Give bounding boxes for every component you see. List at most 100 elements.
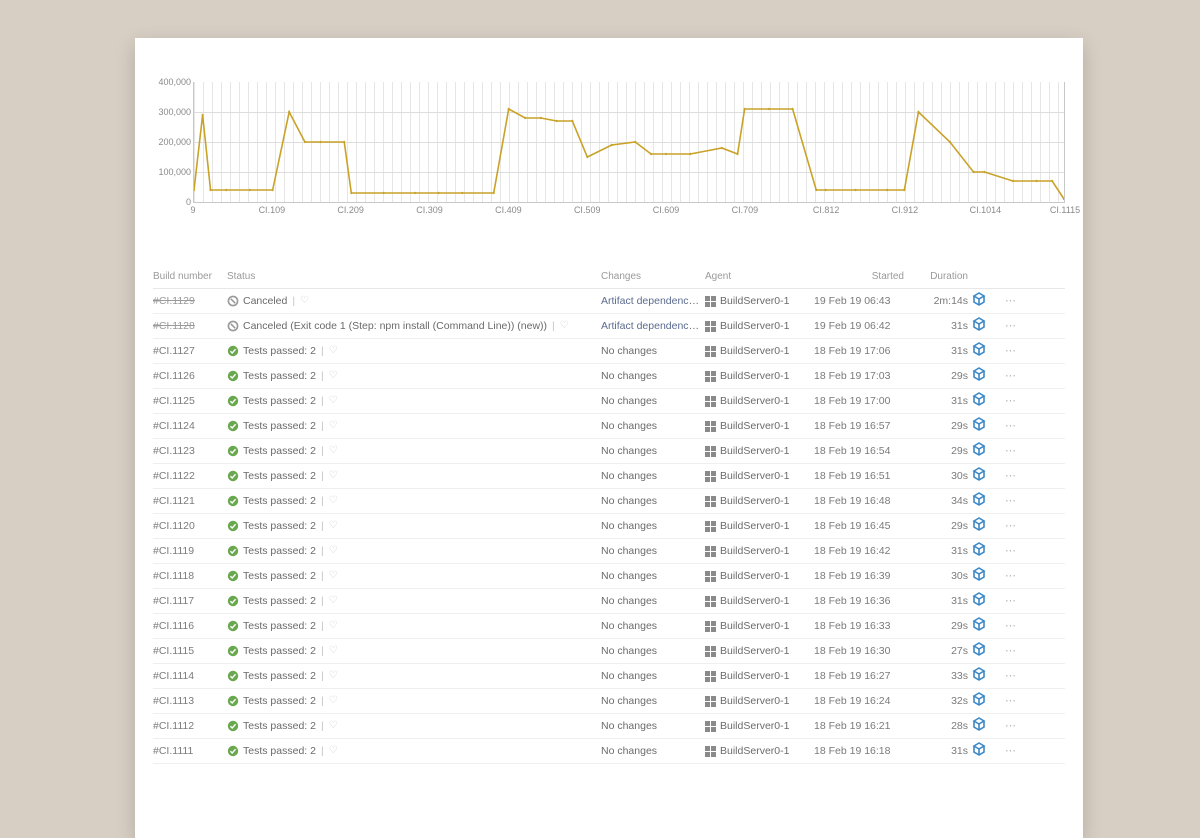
table-row[interactable]: #CI.1119Tests passed: 2|♡No changesBuild… bbox=[153, 539, 1065, 564]
status-cell[interactable]: Canceled|♡ bbox=[227, 294, 597, 308]
artifacts-button[interactable] bbox=[972, 567, 997, 585]
favorite-icon[interactable]: ♡ bbox=[329, 644, 338, 658]
agent-cell[interactable]: BuildServer0-1 bbox=[705, 744, 810, 758]
more-actions-button[interactable]: ⋯ bbox=[1001, 694, 1021, 708]
more-actions-button[interactable]: ⋯ bbox=[1001, 594, 1021, 608]
status-cell[interactable]: Tests passed: 2|♡ bbox=[227, 394, 597, 408]
artifacts-icon[interactable] bbox=[972, 297, 986, 309]
table-row[interactable]: #CI.1115Tests passed: 2|♡No changesBuild… bbox=[153, 639, 1065, 664]
favorite-icon[interactable]: ♡ bbox=[329, 719, 338, 733]
table-row[interactable]: #CI.1122Tests passed: 2|♡No changesBuild… bbox=[153, 464, 1065, 489]
agent-cell[interactable]: BuildServer0-1 bbox=[705, 594, 810, 608]
changes-cell[interactable]: No changes bbox=[601, 394, 701, 408]
agent-cell[interactable]: BuildServer0-1 bbox=[705, 369, 810, 383]
build-number[interactable]: #CI.1127 bbox=[153, 344, 223, 358]
table-row[interactable]: #CI.1127Tests passed: 2|♡No changesBuild… bbox=[153, 339, 1065, 364]
favorite-icon[interactable]: ♡ bbox=[329, 369, 338, 383]
artifacts-icon[interactable] bbox=[972, 372, 986, 384]
build-number[interactable]: #CI.1129 bbox=[153, 294, 223, 308]
changes-cell[interactable]: No changes bbox=[601, 344, 701, 358]
status-cell[interactable]: Tests passed: 2|♡ bbox=[227, 644, 597, 658]
table-row[interactable]: #CI.1113Tests passed: 2|♡No changesBuild… bbox=[153, 689, 1065, 714]
artifacts-icon[interactable] bbox=[972, 722, 986, 734]
favorite-icon[interactable]: ♡ bbox=[329, 419, 338, 433]
changes-cell[interactable]: No changes bbox=[601, 569, 701, 583]
artifacts-icon[interactable] bbox=[972, 347, 986, 359]
artifacts-icon[interactable] bbox=[972, 697, 986, 709]
build-number[interactable]: #CI.1114 bbox=[153, 669, 223, 683]
changes-cell[interactable]: No changes bbox=[601, 619, 701, 633]
artifacts-icon[interactable] bbox=[972, 622, 986, 634]
more-actions-button[interactable]: ⋯ bbox=[1001, 319, 1021, 333]
table-row[interactable]: #CI.1121Tests passed: 2|♡No changesBuild… bbox=[153, 489, 1065, 514]
changes-cell[interactable]: No changes bbox=[601, 544, 701, 558]
artifacts-button[interactable] bbox=[972, 667, 997, 685]
build-number[interactable]: #CI.1112 bbox=[153, 719, 223, 733]
status-cell[interactable]: Tests passed: 2|♡ bbox=[227, 719, 597, 733]
table-row[interactable]: #CI.1128 Canceled (Exit code 1 (Step: npm… bbox=[153, 314, 1065, 339]
changes-cell[interactable]: No changes bbox=[601, 369, 701, 383]
status-cell[interactable]: Tests passed: 2|♡ bbox=[227, 444, 597, 458]
artifacts-button[interactable] bbox=[972, 292, 997, 310]
favorite-icon[interactable]: ♡ bbox=[329, 344, 338, 358]
status-cell[interactable]: Tests passed: 2|♡ bbox=[227, 744, 597, 758]
agent-cell[interactable]: BuildServer0-1 bbox=[705, 719, 810, 733]
more-actions-button[interactable]: ⋯ bbox=[1001, 444, 1021, 458]
artifacts-button[interactable] bbox=[972, 417, 997, 435]
artifacts-icon[interactable] bbox=[972, 572, 986, 584]
col-header-agent[interactable]: Agent bbox=[705, 271, 810, 282]
artifacts-icon[interactable] bbox=[972, 322, 986, 334]
more-actions-button[interactable]: ⋯ bbox=[1001, 719, 1021, 733]
build-number[interactable]: #CI.1128 bbox=[153, 319, 223, 333]
artifacts-button[interactable] bbox=[972, 717, 997, 735]
more-actions-button[interactable]: ⋯ bbox=[1001, 619, 1021, 633]
artifacts-button[interactable] bbox=[972, 317, 997, 335]
table-row[interactable]: #CI.1123Tests passed: 2|♡No changesBuild… bbox=[153, 439, 1065, 464]
build-number[interactable]: #CI.1122 bbox=[153, 469, 223, 483]
more-actions-button[interactable]: ⋯ bbox=[1001, 394, 1021, 408]
more-actions-button[interactable]: ⋯ bbox=[1001, 294, 1021, 308]
artifacts-icon[interactable] bbox=[972, 672, 986, 684]
status-cell[interactable]: Tests passed: 2|♡ bbox=[227, 669, 597, 683]
build-number[interactable]: #CI.1111 bbox=[153, 744, 223, 758]
agent-cell[interactable]: BuildServer0-1 bbox=[705, 694, 810, 708]
changes-cell[interactable]: No changes bbox=[601, 719, 701, 733]
build-number[interactable]: #CI.1121 bbox=[153, 494, 223, 508]
artifacts-button[interactable] bbox=[972, 742, 997, 760]
artifacts-button[interactable] bbox=[972, 367, 997, 385]
status-cell[interactable]: Canceled (Exit code 1 (Step: npm install… bbox=[227, 319, 597, 333]
changes-cell[interactable]: No changes bbox=[601, 519, 701, 533]
agent-cell[interactable]: BuildServer0-1 bbox=[705, 544, 810, 558]
more-actions-button[interactable]: ⋯ bbox=[1001, 344, 1021, 358]
status-cell[interactable]: Tests passed: 2|♡ bbox=[227, 344, 597, 358]
artifacts-button[interactable] bbox=[972, 392, 997, 410]
table-row[interactable]: #CI.1125Tests passed: 2|♡No changesBuild… bbox=[153, 389, 1065, 414]
build-number[interactable]: #CI.1117 bbox=[153, 594, 223, 608]
more-actions-button[interactable]: ⋯ bbox=[1001, 419, 1021, 433]
col-header-duration[interactable]: Duration bbox=[908, 271, 968, 282]
changes-cell[interactable]: Artifact dependenc… (1) ▾ bbox=[601, 319, 701, 334]
more-actions-button[interactable]: ⋯ bbox=[1001, 744, 1021, 758]
artifacts-button[interactable] bbox=[972, 617, 997, 635]
status-cell[interactable]: Tests passed: 2|♡ bbox=[227, 544, 597, 558]
artifacts-button[interactable] bbox=[972, 492, 997, 510]
table-row[interactable]: #CI.1114Tests passed: 2|♡No changesBuild… bbox=[153, 664, 1065, 689]
favorite-icon[interactable]: ♡ bbox=[329, 544, 338, 558]
changes-cell[interactable]: Artifact dependenc… (1) ▾ bbox=[601, 294, 701, 309]
col-header-build[interactable]: Build number bbox=[153, 271, 223, 282]
table-row[interactable]: #CI.1124Tests passed: 2|♡No changesBuild… bbox=[153, 414, 1065, 439]
status-cell[interactable]: Tests passed: 2|♡ bbox=[227, 469, 597, 483]
artifacts-icon[interactable] bbox=[972, 597, 986, 609]
favorite-icon[interactable]: ♡ bbox=[329, 494, 338, 508]
favorite-icon[interactable]: ♡ bbox=[300, 294, 309, 308]
build-number[interactable]: #CI.1115 bbox=[153, 644, 223, 658]
agent-cell[interactable]: BuildServer0-1 bbox=[705, 294, 810, 308]
status-cell[interactable]: Tests passed: 2|♡ bbox=[227, 419, 597, 433]
table-row[interactable]: #CI.1126Tests passed: 2|♡No changesBuild… bbox=[153, 364, 1065, 389]
favorite-icon[interactable]: ♡ bbox=[329, 394, 338, 408]
changes-cell[interactable]: No changes bbox=[601, 469, 701, 483]
more-actions-button[interactable]: ⋯ bbox=[1001, 469, 1021, 483]
build-number[interactable]: #CI.1123 bbox=[153, 444, 223, 458]
favorite-icon[interactable]: ♡ bbox=[329, 569, 338, 583]
artifacts-icon[interactable] bbox=[972, 472, 986, 484]
